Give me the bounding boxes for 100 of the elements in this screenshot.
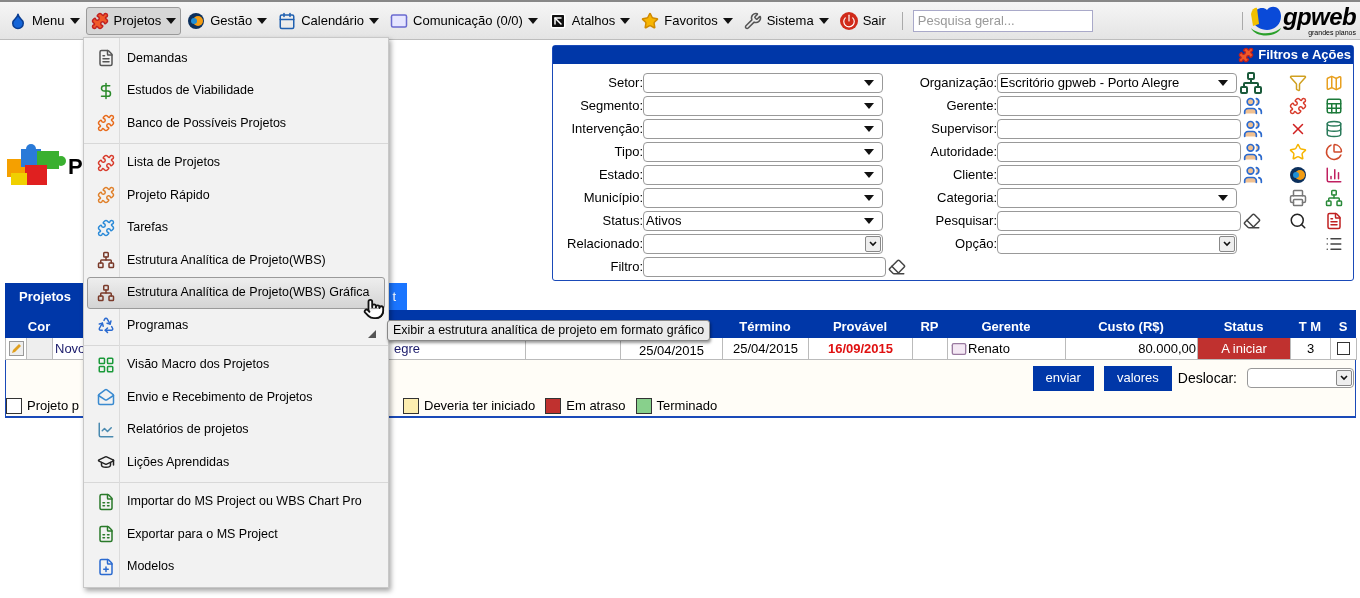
dropdown-item[interactable]: Envio e Recebimento de Projetos <box>87 381 385 414</box>
dropdown-item[interactable]: Lista de Projetos <box>87 146 385 179</box>
dropdown-item[interactable]: Modelos <box>87 550 385 583</box>
text-field[interactable] <box>997 141 1241 162</box>
dropdown-item[interactable]: Estrutura Analítica de Projeto(WBS) Gráfica <box>87 276 385 309</box>
dropdown-field[interactable] <box>643 95 883 116</box>
dropdown-item[interactable]: Demandas <box>87 42 385 75</box>
dropdown-field[interactable]: Ativos <box>643 210 883 231</box>
action-button[interactable]: valores <box>1103 365 1172 391</box>
pie-chart-icon[interactable] <box>1324 142 1343 161</box>
dropdown-item[interactable]: Importar do MS Project ou WBS Chart Pro <box>87 485 385 518</box>
column-header: S <box>1337 317 1349 336</box>
swirl-icon[interactable] <box>1288 165 1307 184</box>
menu-bar-item[interactable]: Comunicação (0/0) <box>385 6 543 35</box>
field-label: Pesquisar: <box>934 211 997 230</box>
pointer-cursor-icon <box>363 298 385 320</box>
funnel-icon[interactable] <box>1288 73 1307 92</box>
text-field[interactable] <box>997 118 1241 139</box>
star-icon <box>641 11 660 30</box>
dropdown-field[interactable] <box>643 118 883 139</box>
grid-icon <box>97 355 115 374</box>
tooltip: Exibir a estrutura analítica de projeto em formato gráfico <box>387 320 711 341</box>
text-field[interactable] <box>997 164 1241 185</box>
field-label: Município: <box>582 188 643 207</box>
menu-bar-item[interactable]: Atalhos <box>543 6 636 35</box>
puzzle-icon[interactable] <box>1288 96 1307 115</box>
column-header: T M <box>1297 317 1323 336</box>
menu-bar-item[interactable]: Favoritos <box>636 6 738 35</box>
field-label: Organização: <box>918 73 997 92</box>
field-label: Deslocar: <box>1177 368 1237 388</box>
dropdown-item[interactable]: Banco de Possíveis Projetos <box>87 107 385 140</box>
dropdown-field[interactable]: Escritório gpweb - Porto Alegre <box>997 72 1237 93</box>
menu-bar-item[interactable]: Sair <box>834 6 891 35</box>
menu-bar-item[interactable]: Menu <box>4 6 85 35</box>
action-button[interactable]: enviar <box>1032 365 1094 391</box>
dropdown-field[interactable] <box>1247 368 1354 388</box>
recycle-icon <box>97 316 115 335</box>
map-icon[interactable] <box>1324 73 1343 92</box>
dropdown-item[interactable]: Estudos de Viabilidade <box>87 74 385 107</box>
org-chart-icon[interactable] <box>1239 70 1263 95</box>
pdf-icon[interactable] <box>1324 211 1343 230</box>
field-label: Gerente: <box>945 96 997 115</box>
caret-icon <box>1218 79 1228 86</box>
puzzle-icon <box>90 11 109 30</box>
menu-bar-item[interactable]: Projetos <box>85 6 182 35</box>
database-icon[interactable] <box>1324 119 1343 138</box>
field-label: Categoria: <box>936 188 997 207</box>
puzzle-icon <box>97 186 115 205</box>
field-label: Setor: <box>607 73 643 92</box>
document-icon <box>97 49 115 68</box>
printer-icon[interactable] <box>1288 188 1307 207</box>
checkbox[interactable] <box>1337 342 1350 355</box>
dropdown-field[interactable] <box>643 72 883 93</box>
field-value: Escritório gpweb - Porto Alegre <box>1000 73 1180 92</box>
dropdown-item[interactable]: Tarefas <box>87 211 385 244</box>
caret-icon <box>864 148 874 155</box>
column-header: Custo (R$) <box>1097 317 1165 336</box>
search-field[interactable]: Pesquisa geral... <box>912 9 1093 32</box>
dropdown-field[interactable] <box>997 233 1237 254</box>
menu-bar-item[interactable]: Gestão <box>182 6 273 35</box>
tab[interactable]: Projetos <box>5 283 85 310</box>
people-icon[interactable] <box>1243 118 1263 139</box>
people-icon[interactable] <box>1243 141 1263 162</box>
search-icon[interactable] <box>1288 211 1307 230</box>
menu-bar-item[interactable]: Calendário <box>273 6 385 35</box>
dropdown-field[interactable] <box>643 141 883 162</box>
eraser-icon[interactable] <box>1243 211 1261 230</box>
calendar-icon <box>278 11 297 30</box>
network-icon[interactable] <box>1324 188 1343 207</box>
dropdown-item[interactable]: Estrutura Analítica de Projeto(WBS) <box>87 244 385 277</box>
people-icon[interactable] <box>1243 164 1263 185</box>
manager-name: Renato <box>968 339 1010 358</box>
field-value: Ativos <box>646 211 682 230</box>
dropdown-field[interactable] <box>643 164 883 185</box>
spreadsheet-icon[interactable] <box>1324 96 1343 115</box>
logo-text: gpweb <box>1283 5 1356 29</box>
dropdown-field[interactable] <box>643 187 883 208</box>
legend-label: Deveria ter iniciado <box>424 397 536 416</box>
field-label: Relacionado: <box>566 234 643 253</box>
field-label: Status: <box>601 211 643 230</box>
spreadsheet-icon <box>97 525 115 544</box>
column-header: Cor <box>26 317 52 336</box>
people-icon[interactable] <box>1243 95 1263 116</box>
dropdown-field[interactable] <box>643 233 883 254</box>
column-header: Gerente <box>980 317 1032 336</box>
text-field[interactable] <box>997 210 1241 231</box>
field-label: Filtro: <box>609 257 643 276</box>
text-field[interactable] <box>997 95 1241 116</box>
dropdown-item[interactable]: Projeto Rápido <box>87 179 385 212</box>
dropdown-item[interactable]: Lições Aprendidas <box>87 446 385 479</box>
caret-icon <box>1218 194 1228 201</box>
column-header: Status <box>1222 317 1265 336</box>
text-field[interactable] <box>643 256 886 277</box>
eraser-icon[interactable] <box>888 257 906 276</box>
menu-bar-item[interactable]: Sistema <box>738 6 834 35</box>
star-icon[interactable] <box>1288 142 1307 161</box>
dropdown-item[interactable]: Relatórios de projetos <box>87 413 385 446</box>
dropdown-item[interactable]: Exportar para o MS Project <box>87 518 385 551</box>
dropdown-field[interactable] <box>997 187 1237 208</box>
bar-chart-icon[interactable] <box>1324 165 1343 184</box>
